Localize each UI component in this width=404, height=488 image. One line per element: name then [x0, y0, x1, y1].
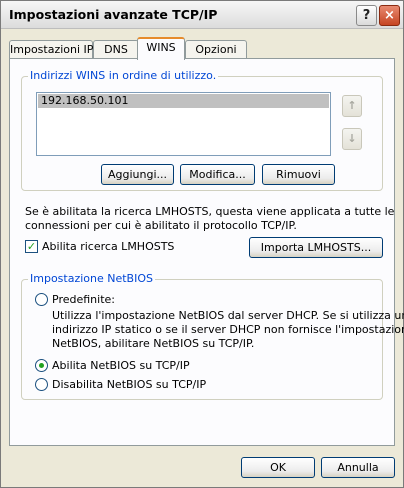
netbios-disable-label[interactable]: Disabilita NetBIOS su TCP/IP: [52, 378, 206, 392]
add-button[interactable]: Aggiungi...: [101, 164, 174, 185]
tab-dns[interactable]: DNS: [93, 40, 139, 59]
lmhosts-description-line2: connessioni per cui è abilitato il proto…: [25, 219, 297, 232]
close-button[interactable]: ×: [379, 5, 400, 26]
tab-wins[interactable]: WINS: [137, 37, 185, 60]
list-item[interactable]: 192.168.50.101: [38, 94, 329, 108]
title-bar[interactable]: Impostazioni avanzate TCP/IP ? ×: [1, 1, 403, 29]
advanced-tcpip-settings-dialog: Impostazioni avanzate TCP/IP ? × Imposta…: [0, 0, 404, 488]
move-down-button[interactable]: ↓: [342, 128, 362, 150]
tab-options[interactable]: Opzioni: [185, 40, 247, 59]
radio-selected-dot: [39, 363, 44, 368]
netbios-enable-label[interactable]: Abilita NetBIOS su TCP/IP: [52, 359, 190, 373]
netbios-settings-group: Impostazione NetBIOS Predefinite: Utiliz…: [21, 272, 404, 400]
remove-button[interactable]: Rimuovi: [262, 164, 335, 185]
arrow-down-icon: ↓: [347, 132, 357, 145]
wins-address-list[interactable]: 192.168.50.101: [36, 92, 331, 156]
import-lmhosts-button[interactable]: Importa LMHOSTS...: [249, 237, 383, 258]
netbios-disable-radio[interactable]: [35, 378, 48, 391]
netbios-settings-legend: Impostazione NetBIOS: [28, 272, 155, 285]
netbios-enable-radio[interactable]: [35, 359, 48, 372]
netbios-default-desc-line2: indirizzo IP statico o se il server DHCP…: [52, 323, 404, 336]
wins-addresses-legend: Indirizzi WINS in ordine di utilizzo.: [28, 69, 219, 82]
lmhosts-checkbox-label[interactable]: Abilita ricerca LMHOSTS: [42, 240, 174, 254]
move-up-button[interactable]: ↑: [342, 95, 362, 117]
netbios-default-radio[interactable]: [35, 293, 48, 306]
ok-button[interactable]: OK: [241, 457, 315, 478]
lmhosts-description-line1: Se è abilitata la ricerca LMHOSTS, quest…: [25, 205, 395, 218]
netbios-default-desc-line1: Utilizza l'impostazione NetBIOS dal serv…: [52, 309, 404, 322]
window-title: Impostazioni avanzate TCP/IP: [9, 7, 218, 22]
netbios-default-label[interactable]: Predefinite:: [52, 293, 115, 307]
tab-strip: Impostazioni IP DNS WINS Opzioni: [9, 37, 399, 60]
edit-button[interactable]: Modifica...: [180, 164, 255, 185]
arrow-up-icon: ↑: [347, 99, 357, 112]
wins-tab-panel: Indirizzi WINS in ordine di utilizzo. 19…: [9, 58, 404, 446]
lmhosts-checkbox[interactable]: ✓: [25, 240, 38, 253]
wins-addresses-group: Indirizzi WINS in ordine di utilizzo. 19…: [21, 69, 383, 191]
cancel-button[interactable]: Annulla: [321, 457, 395, 478]
tab-ip-settings[interactable]: Impostazioni IP: [9, 40, 93, 59]
netbios-default-desc-line3: NetBIOS, abilitare NetBIOS su TCP/IP.: [52, 337, 255, 350]
help-button[interactable]: ?: [356, 5, 377, 26]
